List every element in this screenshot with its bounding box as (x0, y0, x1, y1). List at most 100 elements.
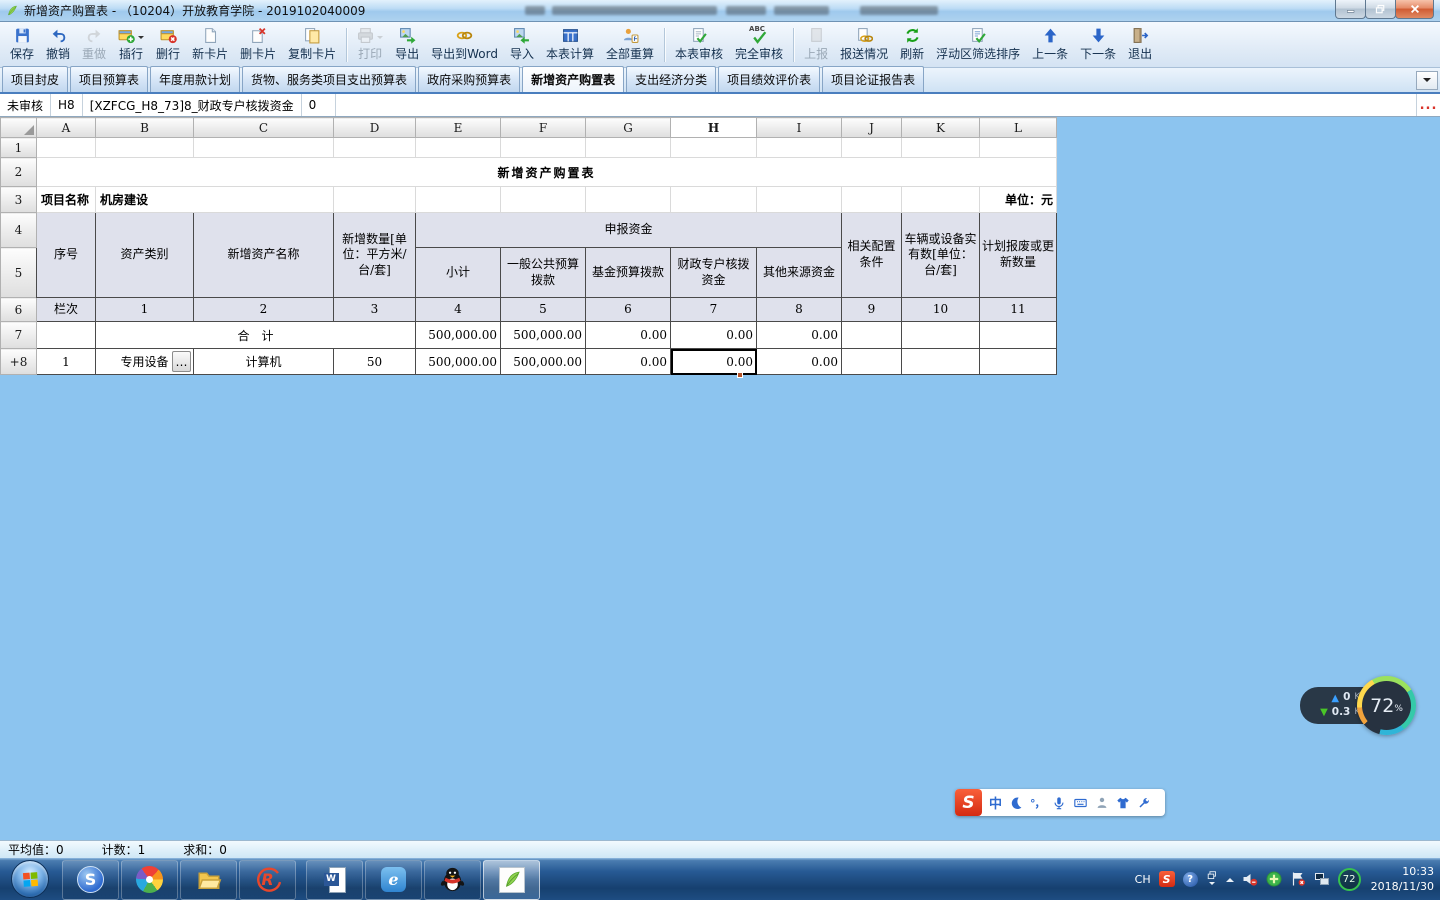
header-quantity[interactable]: 新增数量[单位：平方米/台/套] (334, 213, 416, 298)
previous-record-button[interactable]: 上一条 (1026, 24, 1074, 66)
lane-1[interactable]: 1 (96, 298, 194, 322)
cell[interactable] (416, 187, 501, 213)
total-other-source[interactable]: 0.00 (757, 322, 842, 349)
column-header-i[interactable]: I (757, 118, 842, 138)
new-card-button[interactable]: 新卡片 (186, 24, 234, 66)
undo-button[interactable]: 撤销 (40, 24, 76, 66)
audit-table-button[interactable]: 本表审核 (669, 24, 729, 66)
cell[interactable] (902, 187, 980, 213)
tab-goods-services-budget[interactable]: 货物、服务类项目支出预算表 (242, 66, 416, 92)
delete-row-button[interactable]: 删行 (150, 24, 186, 66)
taskbar-word[interactable]: W (306, 860, 363, 900)
formula-more-button[interactable]: ... (1416, 94, 1440, 116)
tab-expenditure-classification[interactable]: 支出经济分类 (626, 66, 716, 92)
ime-settings-wrench-icon[interactable] (1137, 796, 1151, 810)
header-fiscal-account[interactable]: 财政专户核拨资金 (671, 248, 757, 298)
cell[interactable] (980, 138, 1057, 158)
cell[interactable] (501, 187, 586, 213)
column-header-k[interactable]: K (902, 118, 980, 138)
fill-handle[interactable] (737, 372, 743, 378)
taskbar-r-app[interactable]: R (239, 860, 296, 900)
ime-punctuation-toggle[interactable]: °， (1030, 795, 1045, 811)
cell[interactable] (416, 138, 501, 158)
chevron-down-icon[interactable] (377, 36, 383, 42)
cell[interactable] (757, 187, 842, 213)
unit-label[interactable]: 单位：元 (980, 187, 1057, 213)
cell[interactable] (902, 138, 980, 158)
cell-e8[interactable]: 500,000.00 (416, 349, 501, 375)
tab-performance-evaluation[interactable]: 项目绩效评价表 (718, 66, 820, 92)
cell[interactable] (586, 138, 671, 158)
lane-7[interactable]: 7 (671, 298, 757, 322)
minimize-button[interactable] (1335, 0, 1366, 19)
header-subtotal[interactable]: 小计 (416, 248, 501, 298)
header-other-source[interactable]: 其他来源资金 (757, 248, 842, 298)
header-fund-budget[interactable]: 基金预算拨款 (586, 248, 671, 298)
column-header-a[interactable]: A (37, 118, 96, 138)
spreadsheet-area[interactable]: A B C D E F G H I J K L 1 2 新增资产购置表 3 项目… (0, 117, 1440, 840)
column-header-h[interactable]: H (671, 118, 757, 138)
sogou-tray-icon[interactable]: S (1159, 871, 1175, 887)
cell[interactable] (980, 322, 1057, 349)
header-scrap-count[interactable]: 计划报废或更新数量 (980, 213, 1057, 298)
column-header-f[interactable]: F (501, 118, 586, 138)
lane-9[interactable]: 9 (842, 298, 902, 322)
cell[interactable] (842, 322, 902, 349)
calc-table-button[interactable]: 本表计算 (540, 24, 600, 66)
formula-input-area[interactable] (336, 94, 1416, 116)
header-asset-name[interactable]: 新增资产名称 (194, 213, 334, 298)
row-header-7[interactable]: 7 (1, 322, 37, 349)
taskbar-quill-app-active[interactable] (483, 860, 540, 900)
taskbar-360-browser[interactable] (121, 860, 178, 900)
cell[interactable] (842, 138, 902, 158)
column-header-c[interactable]: C (194, 118, 334, 138)
row-header-2[interactable]: 2 (1, 158, 37, 187)
taskbar-file-explorer[interactable] (180, 860, 237, 900)
lane-5[interactable]: 5 (501, 298, 586, 322)
project-name-label[interactable]: 项目名称 (37, 187, 96, 213)
start-button[interactable] (0, 860, 60, 898)
column-header-j[interactable]: J (842, 118, 902, 138)
audit-full-button[interactable]: ABC 完全审核 (729, 24, 789, 66)
cell[interactable] (902, 322, 980, 349)
select-all-corner[interactable] (1, 118, 37, 138)
column-header-l[interactable]: L (980, 118, 1057, 138)
cell-value-input[interactable]: 0 (302, 94, 336, 116)
lane-3[interactable]: 3 (334, 298, 416, 322)
sogou-logo-icon[interactable]: S (955, 789, 982, 816)
restore-button[interactable] (1365, 0, 1396, 19)
cell[interactable] (902, 349, 980, 375)
row-header-6[interactable]: 6 (1, 298, 37, 322)
cell-c8[interactable]: 计算机 (194, 349, 334, 375)
tab-annual-fund-plan[interactable]: 年度用款计划 (150, 66, 240, 92)
total-subtotal[interactable]: 500,000.00 (416, 322, 501, 349)
memory-usage-ball[interactable]: 72% (1357, 676, 1416, 735)
column-header-e[interactable]: E (416, 118, 501, 138)
cell[interactable] (501, 138, 586, 158)
cell[interactable] (334, 187, 416, 213)
sheet-title[interactable]: 新增资产购置表 (37, 158, 1057, 187)
tab-gov-procurement-budget[interactable]: 政府采购预算表 (418, 66, 520, 92)
next-record-button[interactable]: 下一条 (1074, 24, 1122, 66)
restore-windows-tray[interactable] (1206, 870, 1218, 888)
report-button[interactable]: 上报 (798, 24, 834, 66)
header-category[interactable]: 资产类别 (96, 213, 194, 298)
360-shield-icon[interactable] (1266, 871, 1282, 887)
row-header-3[interactable]: 3 (1, 187, 37, 213)
cell-a8[interactable]: 1 (37, 349, 96, 375)
cell[interactable] (37, 138, 96, 158)
lane-4[interactable]: 4 (416, 298, 501, 322)
volume-muted-icon[interactable] (1242, 871, 1258, 887)
cell[interactable] (980, 349, 1057, 375)
ime-chinese-mode[interactable]: 中 (989, 793, 1002, 812)
tab-demonstration-report[interactable]: 项目论证报告表 (822, 66, 924, 92)
insert-row-button[interactable]: 插行 (112, 24, 150, 66)
input-stats-person-icon[interactable] (1095, 796, 1109, 810)
lane-label[interactable]: 栏次 (37, 298, 96, 322)
header-seq[interactable]: 序号 (37, 213, 96, 298)
header-public-budget[interactable]: 一般公共预算拨款 (501, 248, 586, 298)
total-label[interactable]: 合 计 (96, 322, 416, 349)
taskbar-sogou-browser[interactable]: S (62, 860, 119, 900)
tab-new-asset-purchase[interactable]: 新增资产购置表 (522, 66, 624, 92)
help-tray-icon[interactable]: ? (1183, 872, 1198, 887)
